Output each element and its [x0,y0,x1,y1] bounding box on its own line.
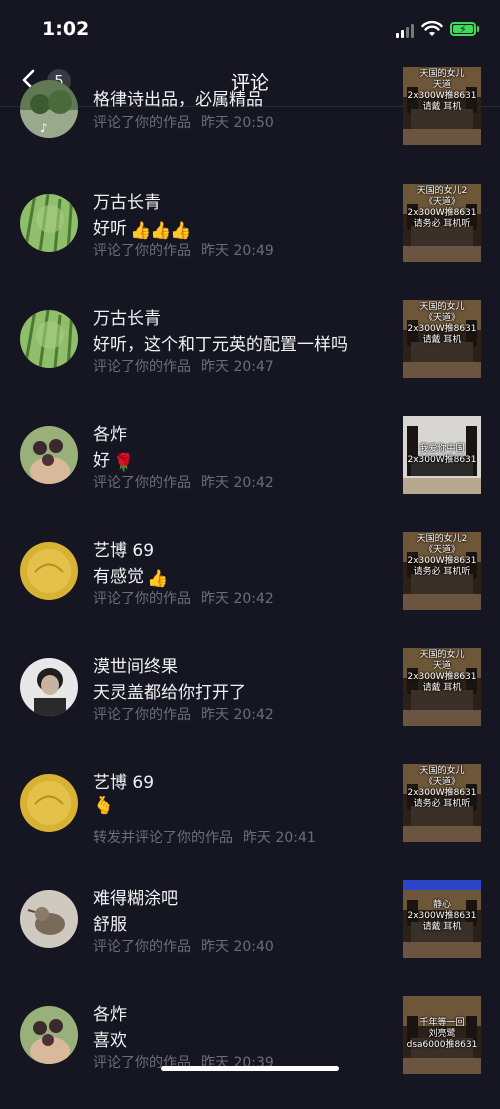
avatar[interactable] [20,1006,78,1064]
commenter-name[interactable]: 万古长青 [93,304,161,329]
comment-text: 喜欢 [93,1031,127,1051]
commenter-name[interactable]: 艺博 69 [93,536,154,561]
comment-text: 好 🌹 [93,451,135,473]
comment-text: 有感觉 👍 [93,567,169,589]
commenter-name[interactable]: 各炸 [93,1000,127,1025]
comment-time: 昨天 20:42 [201,591,274,607]
comment-row[interactable]: 万古长青 好听，这个和丁元英的配置一样吗 评论了你的作品 昨天 20:47 天国的… [0,297,500,413]
commenter-name[interactable]: 难得糊涂吧 [93,884,178,909]
comment-text: 好听，这个和丁元英的配置一样吗 [93,335,348,355]
cellular-signal-icon [396,23,414,38]
video-thumbnail[interactable]: 天国的女儿 天道 2x300W推8631 请戴 耳机 [403,67,481,145]
thumbnail-caption: 天国的女儿2 《天道》 2x300W推8631 请务必 耳机听 [407,186,477,229]
commenter-name[interactable]: 漠世间终果 [93,652,178,677]
avatar[interactable] [20,542,78,600]
status-bar: 1:02 ⚡ [0,0,500,56]
comment-action: 评论了你的作品 [93,707,191,723]
video-thumbnail[interactable]: 我爱你中国 2x300W推8631 [403,416,481,494]
thumbs-up-icon: 👍 [170,221,192,241]
commenter-name[interactable]: 各炸 [93,420,127,445]
battery-icon: ⚡ [450,22,476,36]
comment-text: 天灵盖都给你打开了 [93,683,246,703]
video-thumbnail[interactable]: 静心 2x300W推8631 请戴 耳机 [403,880,481,958]
thumbnail-caption: 我爱你中国 2x300W推8631 [407,444,477,465]
video-thumbnail[interactable]: 天国的女儿 《天道》 2x300W推8631 请务必 耳机听 [403,764,481,842]
svg-text:♪: ♪ [40,121,48,135]
thumbs-up-icon: 👍 [147,569,169,589]
comment-row[interactable]: 难得糊涂吧 舒服 评论了你的作品 昨天 20:40 静心 2x300W推8631 请戴… [0,877,500,993]
comment-time: 昨天 20:40 [201,939,274,955]
status-time: 1:02 [42,18,90,40]
thumbnail-caption: 天国的女儿 《天道》 2x300W推8631 请戴 耳机 [407,302,477,345]
thumbnail-caption: 天国的女儿2 《天道》 2x300W推8631 请务必 耳机听 [407,534,477,577]
comment-list: ♪ 格律诗出品，必属精品 评论了你的作品 昨天 20:50 天国的女儿 天道 2x30… [0,67,500,1109]
thumbnail-caption: 天国的女儿 《天道》 2x300W推8631 请务必 耳机听 [407,766,477,809]
comment-row[interactable]: 各炸 好 🌹 评论了你的作品 昨天 20:42 我爱你中国 2x300W推8631 [0,413,500,529]
comment-row[interactable]: ♪ 格律诗出品，必属精品 评论了你的作品 昨天 20:50 天国的女儿 天道 2x30… [0,67,500,183]
comment-meta: 评论了你的作品 昨天 20:42 [93,704,274,724]
comment-action: 评论了你的作品 [93,115,191,131]
thumbnail-caption: 静心 2x300W推8631 请戴 耳机 [407,900,477,932]
comment-meta: 评论了你的作品 昨天 20:40 [93,936,274,956]
avatar[interactable]: ♪ [20,80,78,138]
avatar[interactable] [20,310,78,368]
video-thumbnail[interactable]: 天国的女儿 天道 2x300W推8631 请戴 耳机 [403,648,481,726]
comment-time: 昨天 20:49 [201,243,274,259]
comment-row[interactable]: 漠世间终果 天灵盖都给你打开了 评论了你的作品 昨天 20:42 天国的女儿 天道 2… [0,645,500,761]
comment-text: 舒服 [93,915,127,935]
comment-meta: 评论了你的作品 昨天 20:47 [93,356,274,376]
comment-row[interactable]: 万古长青 好听 👍👍👍 评论了你的作品 昨天 20:49 天国的女儿2 《天道》 2x3… [0,181,500,297]
comment-time: 昨天 20:42 [201,475,274,491]
thumbs-up-icon: 👍 [150,221,172,241]
video-thumbnail[interactable]: 天国的女儿 《天道》 2x300W推8631 请戴 耳机 [403,300,481,378]
comment-meta: 评论了你的作品 昨天 20:42 [93,588,274,608]
home-indicator[interactable] [161,1066,339,1071]
comment-row[interactable]: 艺博 69 有感觉 👍 评论了你的作品 昨天 20:42 天国的女儿2 《天道》 2x3… [0,529,500,645]
comment-action: 转发并评论了你的作品 [93,830,233,846]
comment-text: 好听 👍👍👍 [93,219,192,241]
comment-action: 评论了你的作品 [93,591,191,607]
comment-time: 昨天 20:50 [201,115,274,131]
comment-text: 🫰 [93,794,115,816]
comment-text: 格律诗出品，必属精品 [93,90,263,110]
finger-heart-icon: 🫰 [93,796,115,816]
wifi-icon [421,20,443,36]
video-thumbnail[interactable]: 千年等一回 刘亮鹭 dsa6000推8631 [403,996,481,1074]
avatar[interactable] [20,890,78,948]
video-thumbnail[interactable]: 天国的女儿2 《天道》 2x300W推8631 请务必 耳机听 [403,184,481,262]
thumbs-up-icon: 👍 [130,221,152,241]
thumbnail-caption: 千年等一回 刘亮鹭 dsa6000推8631 [406,1018,478,1050]
commenter-name[interactable]: 万古长青 [93,188,161,213]
comment-row[interactable]: 各炸 喜欢 评论了你的作品 昨天 20:39 千年等一回 刘亮鹭 dsa6000推86… [0,993,500,1109]
avatar[interactable] [20,194,78,252]
comment-meta: 评论了你的作品 昨天 20:42 [93,472,274,492]
thumbnail-caption: 天国的女儿 天道 2x300W推8631 请戴 耳机 [407,69,477,112]
comment-meta: 评论了你的作品 昨天 20:50 [93,112,274,132]
comment-action: 评论了你的作品 [93,359,191,375]
comment-time: 昨天 20:42 [201,707,274,723]
video-thumbnail[interactable]: 天国的女儿2 《天道》 2x300W推8631 请务必 耳机听 [403,532,481,610]
rose-icon: 🌹 [113,453,135,473]
avatar[interactable] [20,774,78,832]
comment-action: 评论了你的作品 [93,243,191,259]
comment-action: 评论了你的作品 [93,475,191,491]
avatar[interactable] [20,658,78,716]
comment-meta: 转发并评论了你的作品 昨天 20:41 [93,827,316,847]
thumbnail-caption: 天国的女儿 天道 2x300W推8631 请戴 耳机 [407,650,477,693]
comment-time: 昨天 20:47 [201,359,274,375]
comment-action: 评论了你的作品 [93,939,191,955]
avatar[interactable] [20,426,78,484]
comment-row[interactable]: 艺博 69 🫰 转发并评论了你的作品 昨天 20:41 天国的女儿 《天道》 2x30… [0,761,500,877]
comment-time: 昨天 20:41 [243,830,316,846]
comment-meta: 评论了你的作品 昨天 20:49 [93,240,274,260]
commenter-name[interactable]: 艺博 69 [93,768,154,793]
